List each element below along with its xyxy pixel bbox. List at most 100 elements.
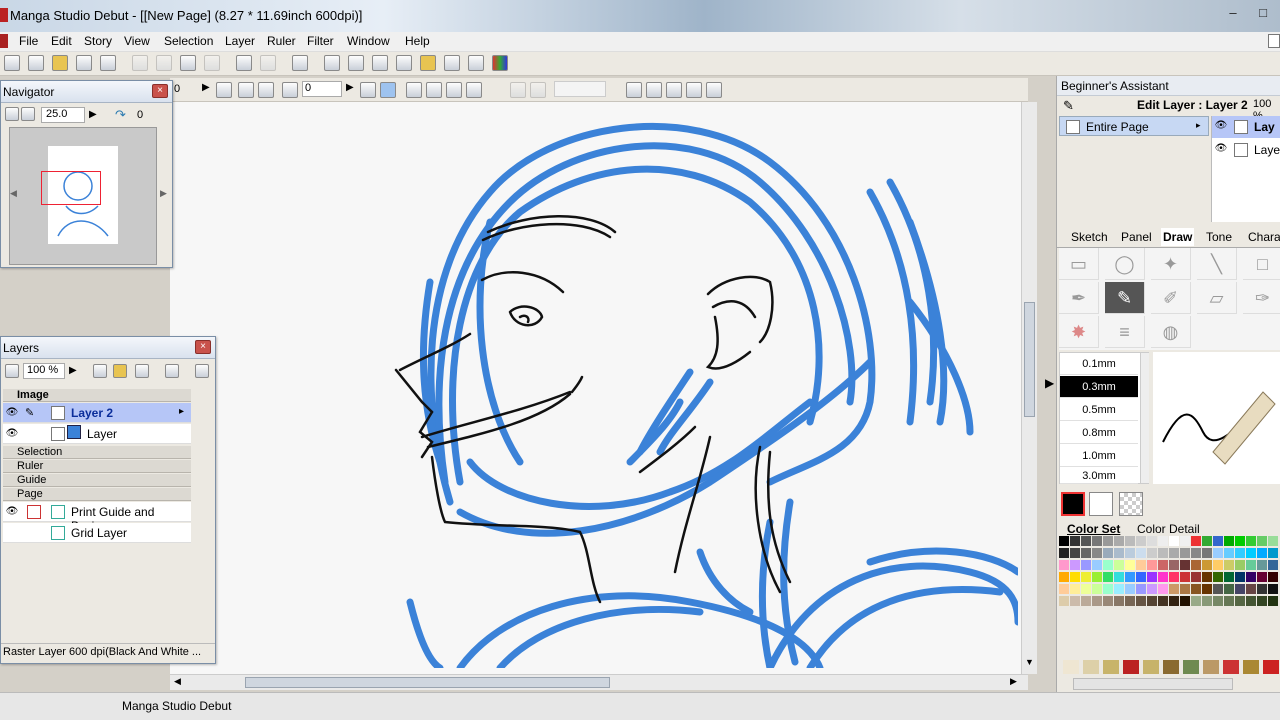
palette-swatch[interactable]	[1158, 584, 1168, 594]
menu-filter[interactable]: Filter	[307, 32, 334, 48]
magic-wand-tool-icon[interactable]: ✦	[1151, 248, 1191, 280]
recent-color-swatch[interactable]	[1063, 660, 1079, 674]
rotate-icon[interactable]	[238, 82, 254, 98]
palette-swatch[interactable]	[1081, 572, 1091, 582]
palette-swatch[interactable]	[1257, 548, 1267, 558]
palette-swatch[interactable]	[1202, 560, 1212, 570]
palette-swatch[interactable]	[1136, 584, 1146, 594]
palette-swatch[interactable]	[1202, 536, 1212, 546]
size-option[interactable]: 3.0mm	[1060, 468, 1138, 484]
palette-swatch[interactable]	[1125, 596, 1135, 606]
zoom-out-icon[interactable]	[21, 107, 35, 121]
layer-row-layer-2[interactable]: 👁 ✎ Layer 2 ▸	[3, 403, 191, 423]
navigator-close-button[interactable]: ×	[152, 84, 168, 98]
angle-icon[interactable]	[646, 82, 662, 98]
rotate-right-icon[interactable]	[282, 82, 298, 98]
size-option-selected[interactable]: 0.3mm	[1060, 376, 1138, 398]
group-selection[interactable]: Selection	[3, 446, 191, 459]
palette-swatch[interactable]	[1268, 536, 1278, 546]
size-option[interactable]: 0.8mm	[1060, 422, 1138, 444]
line-tool-icon[interactable]: ╲	[1197, 248, 1237, 280]
layer-row-layer[interactable]: 👁 Layer	[3, 424, 191, 444]
rotation-input[interactable]: 0	[302, 81, 342, 97]
palette-swatch[interactable]	[1103, 572, 1113, 582]
palette-swatch[interactable]	[1158, 596, 1168, 606]
palette-swatch[interactable]	[1114, 572, 1124, 582]
new-folder-icon[interactable]	[113, 364, 127, 378]
zoom-step-icon[interactable]: ▶	[89, 109, 97, 120]
assistant-layer-row[interactable]: 👁 Lay	[1212, 116, 1280, 138]
snap-grid-icon[interactable]	[446, 82, 462, 98]
palette-swatch[interactable]	[1213, 572, 1223, 582]
palette-swatch[interactable]	[1224, 536, 1234, 546]
vertical-scroll-thumb[interactable]	[1024, 302, 1035, 417]
palette-swatch[interactable]	[1158, 548, 1168, 558]
recent-colors[interactable]	[1059, 658, 1280, 676]
size-option[interactable]: 0.5mm	[1060, 399, 1138, 421]
palette-swatch[interactable]	[1147, 560, 1157, 570]
navigator-zoom-input[interactable]: 25.0	[41, 107, 85, 123]
color-icon[interactable]	[492, 55, 508, 71]
palette-swatch[interactable]	[1081, 536, 1091, 546]
palette-swatch[interactable]	[1224, 584, 1234, 594]
layer-menu-icon[interactable]	[195, 364, 209, 378]
layers-close-button[interactable]: ×	[195, 340, 211, 354]
folder-icon[interactable]	[420, 55, 436, 71]
nav-left-icon[interactable]: ◀	[10, 188, 17, 199]
palette-swatch[interactable]	[1125, 560, 1135, 570]
palette-swatch[interactable]	[1147, 572, 1157, 582]
recent-color-swatch[interactable]	[1143, 660, 1159, 674]
palette-swatch[interactable]	[1257, 536, 1267, 546]
scroll-left-icon[interactable]: ◀	[174, 676, 181, 687]
palette-swatch[interactable]	[1103, 584, 1113, 594]
tab-character[interactable]: Charac	[1248, 228, 1280, 246]
fit-page-icon[interactable]	[324, 55, 340, 71]
fill-tool-icon[interactable]: ◍	[1151, 316, 1191, 348]
palette-swatch[interactable]	[1257, 584, 1267, 594]
navigator-preview[interactable]: ◀ ▶	[9, 127, 167, 265]
palette-swatch[interactable]	[1081, 560, 1091, 570]
recent-color-swatch[interactable]	[1223, 660, 1239, 674]
palette-swatch[interactable]	[1235, 584, 1245, 594]
palette-swatch[interactable]	[1103, 560, 1113, 570]
save-all-icon[interactable]	[100, 55, 116, 71]
assistant-layer-row[interactable]: 👁 Laye	[1212, 139, 1280, 161]
palette-swatch[interactable]	[1059, 584, 1069, 594]
palette-swatch[interactable]	[1103, 548, 1113, 558]
no-print-icon[interactable]	[27, 505, 41, 519]
scope-entire-page[interactable]: Entire Page ▸	[1059, 116, 1209, 136]
burst-tool-icon[interactable]: ✸	[1059, 316, 1099, 348]
palette-swatch[interactable]	[1070, 596, 1080, 606]
palette-swatch[interactable]	[1224, 572, 1234, 582]
palette-swatch[interactable]	[1125, 536, 1135, 546]
size-option[interactable]: 1.0mm	[1060, 445, 1138, 467]
snap-guide-icon[interactable]	[466, 82, 482, 98]
paste-icon[interactable]	[180, 55, 196, 71]
marker-tool-icon[interactable]: ✑	[1243, 282, 1280, 314]
horizontal-scrollbar[interactable]: ◀ ▶	[170, 674, 1028, 690]
palette-swatch[interactable]	[1191, 584, 1201, 594]
layer-options-icon[interactable]: ▸	[179, 406, 184, 417]
palette-swatch[interactable]	[1202, 584, 1212, 594]
palette-swatch[interactable]	[1169, 596, 1179, 606]
cut-icon[interactable]	[132, 55, 148, 71]
size-scrollbar[interactable]	[1140, 353, 1149, 483]
palette-swatch[interactable]	[1246, 560, 1256, 570]
recent-color-swatch[interactable]	[1123, 660, 1139, 674]
size-option[interactable]: 0.1mm	[1060, 353, 1138, 375]
recent-color-swatch[interactable]	[1243, 660, 1259, 674]
palette-swatch[interactable]	[1158, 536, 1168, 546]
palette-swatch[interactable]	[1103, 596, 1113, 606]
palette-swatch[interactable]	[1114, 584, 1124, 594]
g-pen-tool-icon[interactable]: ✒	[1059, 282, 1099, 314]
palette-swatch[interactable]	[1235, 560, 1245, 570]
layer-row-grid[interactable]: Grid Layer	[3, 523, 191, 543]
palette-swatch[interactable]	[1070, 572, 1080, 582]
palette-swatch[interactable]	[1114, 596, 1124, 606]
palette-swatch[interactable]	[1147, 584, 1157, 594]
palette-swatch[interactable]	[1169, 560, 1179, 570]
palette-swatch[interactable]	[1213, 536, 1223, 546]
vertical-scrollbar[interactable]: ▼	[1021, 102, 1037, 674]
rotation-step-icon[interactable]: ▶	[346, 82, 354, 93]
blend-icon[interactable]	[5, 364, 19, 378]
